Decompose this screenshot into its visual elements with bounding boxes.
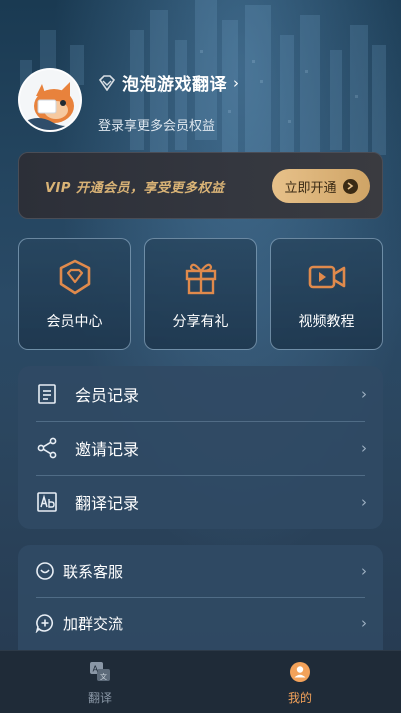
contact-service-label: 联系客服 xyxy=(63,562,124,581)
diamond-badge-icon xyxy=(59,259,90,295)
profile-name: 泡泡游戏翻译 xyxy=(122,75,227,95)
chevron-right-icon: › xyxy=(361,562,367,580)
tab-profile-label: 我的 xyxy=(287,691,312,705)
share-gift-label: 分享有礼 xyxy=(172,314,229,330)
activate-vip-label: 立即开通 xyxy=(284,180,337,196)
profile-tab-icon xyxy=(290,662,310,682)
customer-service-icon xyxy=(36,562,54,580)
member-center-card[interactable]: 会员中心 xyxy=(18,238,131,350)
video-icon xyxy=(308,265,345,289)
vip-banner[interactable]: VIP 开通会员，享受更多权益 立即开通 xyxy=(18,152,383,219)
support-panel: 联系客服 › 加群交流 › xyxy=(18,545,383,665)
list-item-join-group[interactable]: 加群交流 › xyxy=(18,597,383,649)
share-gift-card[interactable]: 分享有礼 xyxy=(144,238,257,350)
tab-profile[interactable]: 我的 xyxy=(200,651,400,713)
join-group-label: 加群交流 xyxy=(63,614,124,633)
chevron-right-icon: › xyxy=(361,614,367,632)
document-list-icon xyxy=(38,384,56,404)
tab-translate[interactable]: A 文 翻译 xyxy=(0,651,200,713)
arrow-right-icon xyxy=(342,178,358,194)
avatar[interactable] xyxy=(18,68,82,132)
chevron-right-icon: › xyxy=(361,439,367,457)
translate-icon xyxy=(37,492,57,512)
list-item-contact-service[interactable]: 联系客服 › xyxy=(18,545,383,597)
diamond-icon xyxy=(98,74,116,91)
chevron-right-icon: › xyxy=(361,385,367,403)
svg-text:文: 文 xyxy=(100,672,107,681)
bottom-tab-bar: A 文 翻译 我的 xyxy=(0,650,401,713)
video-tutorial-card[interactable]: 视频教程 xyxy=(270,238,383,350)
list-item-invite-records[interactable]: 邀请记录 › xyxy=(18,421,383,475)
translate-tab-icon: A 文 xyxy=(90,662,110,681)
records-panel: 会员记录 › 邀请记录 › 翻译记录 › xyxy=(18,366,383,529)
profile-subtitle: 登录享更多会员权益 xyxy=(98,119,216,134)
share-icon xyxy=(37,437,57,459)
group-chat-icon xyxy=(35,614,54,633)
activate-vip-button[interactable]: 立即开通 xyxy=(272,169,370,203)
list-item-translate-records[interactable]: 翻译记录 › xyxy=(18,475,383,529)
member-center-label: 会员中心 xyxy=(46,314,103,330)
tab-translate-label: 翻译 xyxy=(87,691,112,705)
chevron-right-icon: › xyxy=(361,493,367,511)
invite-records-label: 邀请记录 xyxy=(75,440,140,459)
profile-name-row[interactable]: 泡泡游戏翻译 › xyxy=(98,70,239,95)
translate-records-label: 翻译记录 xyxy=(75,494,140,513)
member-records-label: 会员记录 xyxy=(75,386,140,405)
vip-banner-text: VIP 开通会员，享受更多权益 xyxy=(45,181,225,196)
gift-icon xyxy=(185,263,216,295)
chevron-right-icon: › xyxy=(233,73,239,92)
list-item-member-records[interactable]: 会员记录 › xyxy=(18,367,383,421)
svg-text:A: A xyxy=(93,665,99,674)
video-tutorial-label: 视频教程 xyxy=(298,314,355,330)
